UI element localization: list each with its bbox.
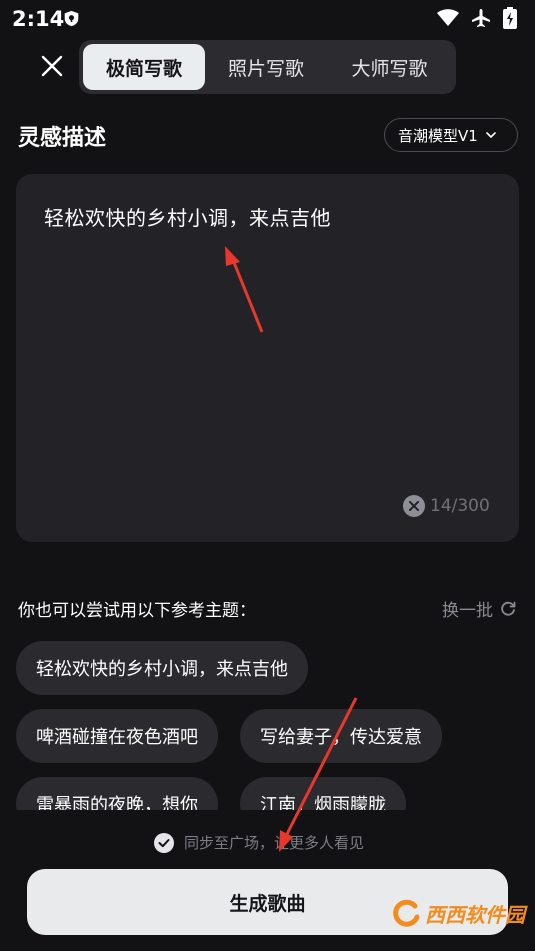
watermark-logo-icon — [393, 899, 420, 927]
mode-tabs: 极简写歌 照片写歌 大师写歌 — [79, 40, 456, 94]
sync-text: 同步至广场，让更多人看见 — [184, 834, 365, 852]
shield-icon — [64, 10, 79, 27]
tab-master[interactable]: 大师写歌 — [327, 44, 452, 90]
description-input[interactable]: 轻松欢快的乡村小调，来点吉他 14/300 — [16, 174, 519, 542]
wifi-icon — [437, 9, 459, 26]
watermark: 西西软件园 — [391, 898, 525, 928]
status-bar: 2:14 — [0, 0, 535, 36]
description-text[interactable]: 轻松欢快的乡村小调，来点吉他 — [44, 202, 331, 231]
tab-simple[interactable]: 极简写歌 — [83, 44, 205, 90]
tab-photo[interactable]: 照片写歌 — [205, 44, 327, 90]
model-select-label: 音潮模型V1 — [398, 126, 478, 145]
check-circle-icon[interactable] — [154, 832, 174, 853]
refresh-label: 换一批 — [442, 601, 493, 621]
char-count: 14/300 — [430, 496, 490, 516]
suggestion-chip[interactable]: 啤酒碰撞在夜色酒吧 — [16, 709, 218, 763]
inspiration-title: 灵感描述 — [18, 126, 107, 151]
chevron-down-icon — [486, 132, 496, 139]
refresh-button[interactable]: 换一批 — [442, 596, 517, 621]
sync-toggle[interactable]: 同步至广场，让更多人看见 — [154, 832, 364, 853]
status-time: 2:14 — [12, 7, 65, 31]
close-icon[interactable] — [38, 52, 66, 80]
model-select[interactable]: 音潮模型V1 — [384, 118, 518, 152]
refresh-icon — [501, 601, 516, 616]
watermark-text: 西西软件园 — [425, 902, 525, 927]
battery-charging-icon — [503, 7, 517, 29]
suggestion-chip[interactable]: 轻松欢快的乡村小调，来点吉他 — [16, 641, 308, 695]
airplane-icon — [472, 9, 490, 27]
suggestion-chip[interactable]: 写给妻子，传达爱意 — [240, 709, 442, 763]
suggestions-label: 你也可以尝试用以下参考主题： — [18, 601, 256, 621]
clear-icon[interactable] — [403, 495, 425, 517]
